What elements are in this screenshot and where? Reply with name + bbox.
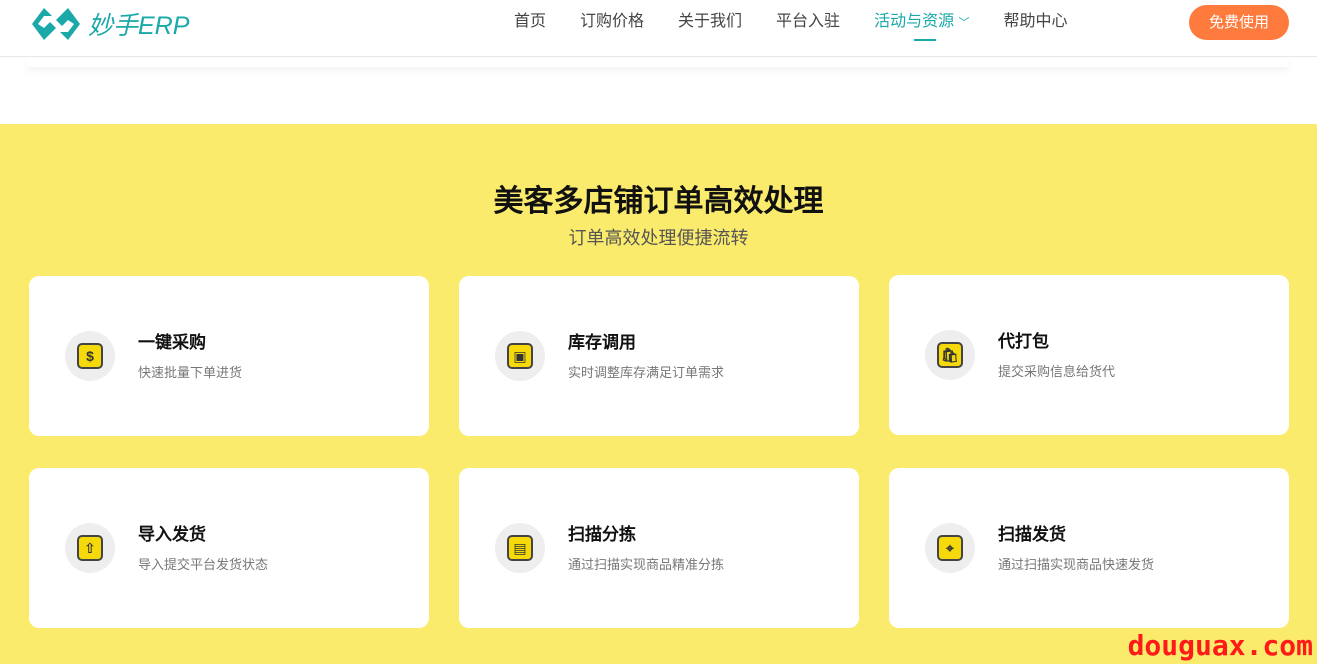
- watermark: douguax.com: [1127, 629, 1313, 662]
- feature-desc: 快速批量下单进货: [138, 365, 243, 380]
- feature-card[interactable]: $ 一键采购 快速批量下单进货: [29, 276, 429, 436]
- logo[interactable]: 妙手ERP: [30, 4, 189, 44]
- section-subtitle: 订单高效处理便捷流转: [568, 228, 749, 248]
- nav-platform[interactable]: 平台入驻: [776, 0, 840, 57]
- feature-card[interactable]: ▤ 扫描分拣 通过扫描实现商品精准分拣: [459, 468, 859, 628]
- nav-pricing[interactable]: 订购价格: [580, 0, 644, 57]
- upload-icon: ⇧: [65, 523, 115, 573]
- feature-desc: 通过扫描实现商品精准分拣: [568, 557, 725, 572]
- main-nav: 首页 订购价格 关于我们 平台入驻 活动与资源 ﹀ 帮助中心: [497, 0, 1085, 57]
- inventory-box-icon: ▣: [495, 331, 545, 381]
- package-bag-icon: 🛍: [925, 330, 975, 380]
- feature-card[interactable]: ▣ 库存调用 实时调整库存满足订单需求: [459, 276, 859, 436]
- feature-card[interactable]: ⌖ 扫描发货 通过扫描实现商品快速发货: [889, 468, 1289, 628]
- chevron-down-icon: ﹀: [958, 17, 970, 29]
- feature-desc: 实时调整库存满足订单需求: [568, 365, 725, 380]
- feature-card[interactable]: ⇧ 导入发货 导入提交平台发货状态: [29, 468, 429, 628]
- feature-title: 代打包: [998, 332, 1049, 351]
- feature-title: 库存调用: [568, 333, 636, 352]
- feature-title: 一键采购: [138, 333, 206, 352]
- nav-activities[interactable]: 活动与资源 ﹀: [874, 0, 970, 57]
- nav-about[interactable]: 关于我们: [678, 0, 742, 57]
- map-pin-icon: ⌖: [925, 523, 975, 573]
- feature-title: 导入发货: [138, 525, 206, 544]
- feature-desc: 提交采购信息给货代: [998, 364, 1116, 379]
- scan-icon: ▤: [495, 523, 545, 573]
- feature-card[interactable]: 🛍 代打包 提交采购信息给货代: [889, 275, 1289, 435]
- logo-icon: [32, 8, 80, 40]
- feature-desc: 通过扫描实现商品快速发货: [998, 557, 1155, 572]
- divider: [28, 57, 1288, 67]
- logo-text: 妙手ERP: [88, 12, 190, 40]
- free-trial-button[interactable]: 免费使用: [1189, 5, 1289, 40]
- nav-help[interactable]: 帮助中心: [1004, 0, 1068, 57]
- header: 妙手ERP 首页 订购价格 关于我们 平台入驻 活动与资源 ﹀ 帮助中心 免费使…: [0, 0, 1317, 57]
- coin-icon: $: [65, 331, 115, 381]
- features-section: 美客多店铺订单高效处理 订单高效处理便捷流转 $ 一键采购 快速批量下单进货 ▣ …: [0, 124, 1317, 664]
- feature-desc: 导入提交平台发货状态: [138, 557, 269, 572]
- feature-title: 扫描分拣: [568, 525, 636, 544]
- nav-activities-label: 活动与资源: [874, 13, 955, 30]
- nav-home[interactable]: 首页: [514, 0, 546, 57]
- section-title: 美客多店铺订单高效处理: [493, 185, 824, 218]
- feature-title: 扫描发货: [998, 525, 1066, 544]
